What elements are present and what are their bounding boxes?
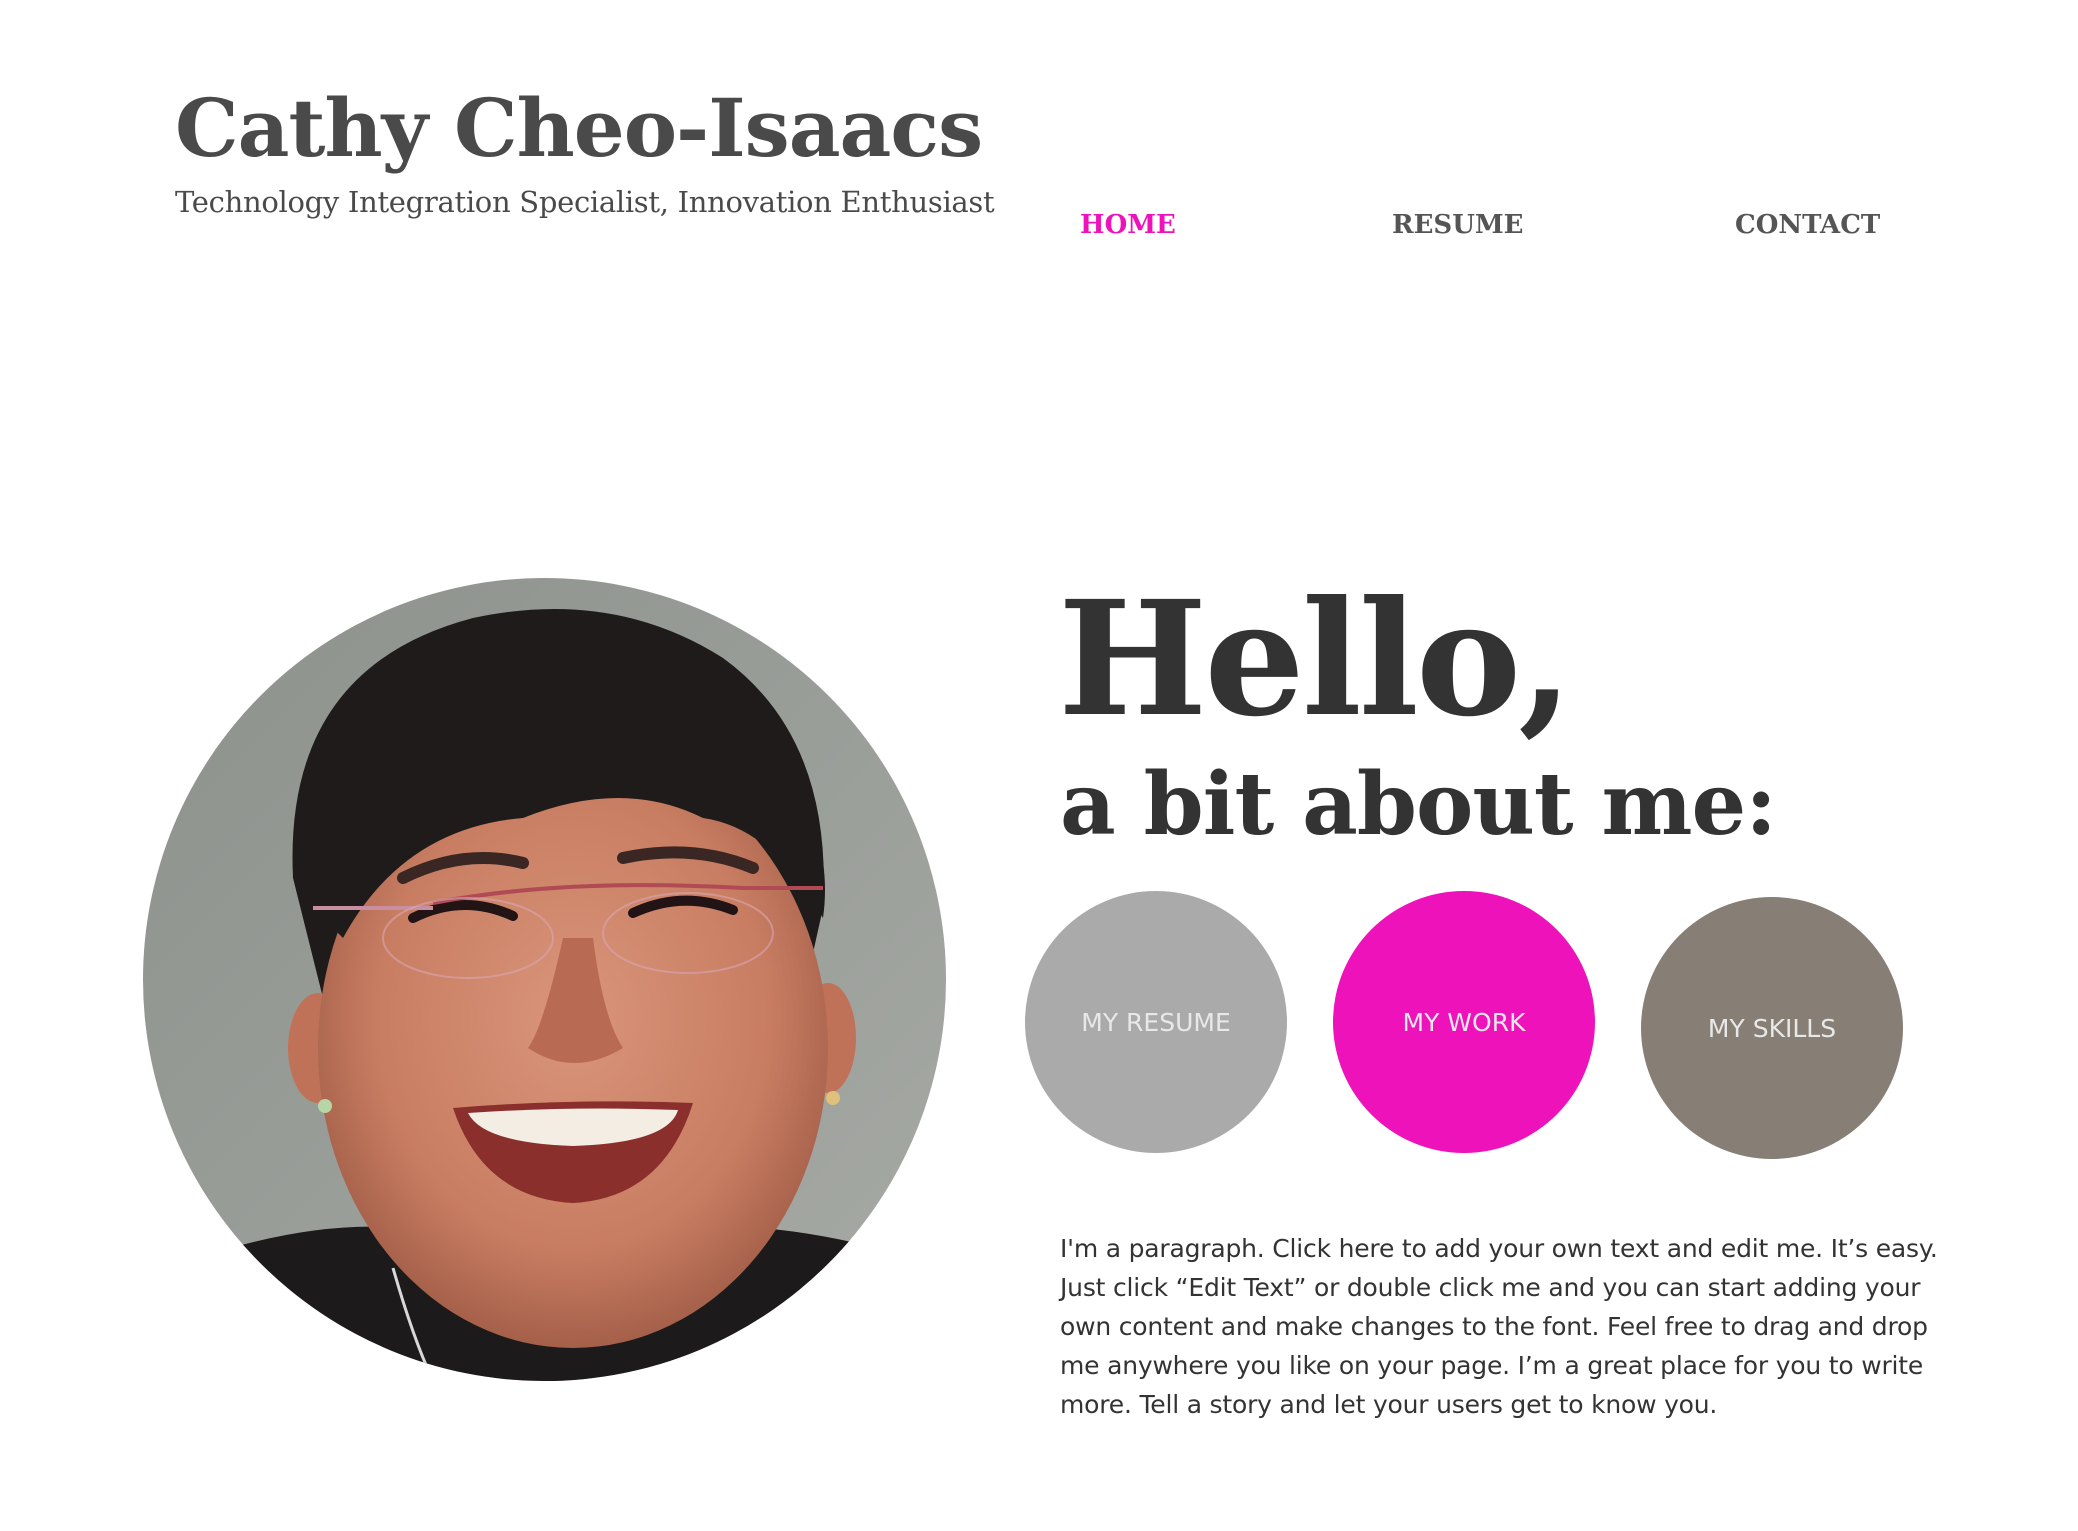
my-work-button-label: MY WORK: [1402, 1007, 1526, 1037]
site-title[interactable]: Cathy Cheo-Isaacs: [175, 78, 983, 178]
nav-item-home[interactable]: HOME: [1080, 205, 1176, 245]
about-paragraph: I'm a paragraph. Click here to add your …: [1060, 1234, 1938, 1419]
hello-heading: Hello,: [1058, 567, 1573, 752]
my-skills-button[interactable]: MY SKILLS: [1641, 897, 1903, 1159]
profile-photo: [143, 578, 946, 1381]
site-tagline: Technology Integration Specialist, Innov…: [175, 185, 995, 219]
my-skills-button-label: MY SKILLS: [1707, 1013, 1837, 1043]
profile-photo-illustration: [143, 578, 946, 1381]
my-resume-button[interactable]: MY RESUME: [1025, 891, 1287, 1153]
my-resume-button-label: MY RESUME: [1081, 1007, 1231, 1037]
about-subheading: a bit about me:: [1060, 754, 1777, 855]
nav-item-contact[interactable]: CONTACT: [1735, 205, 1880, 245]
main-nav: HOME RESUME CONTACT: [1000, 205, 2000, 245]
nav-item-resume[interactable]: RESUME: [1392, 205, 1523, 245]
my-work-button[interactable]: MY WORK: [1333, 891, 1595, 1153]
